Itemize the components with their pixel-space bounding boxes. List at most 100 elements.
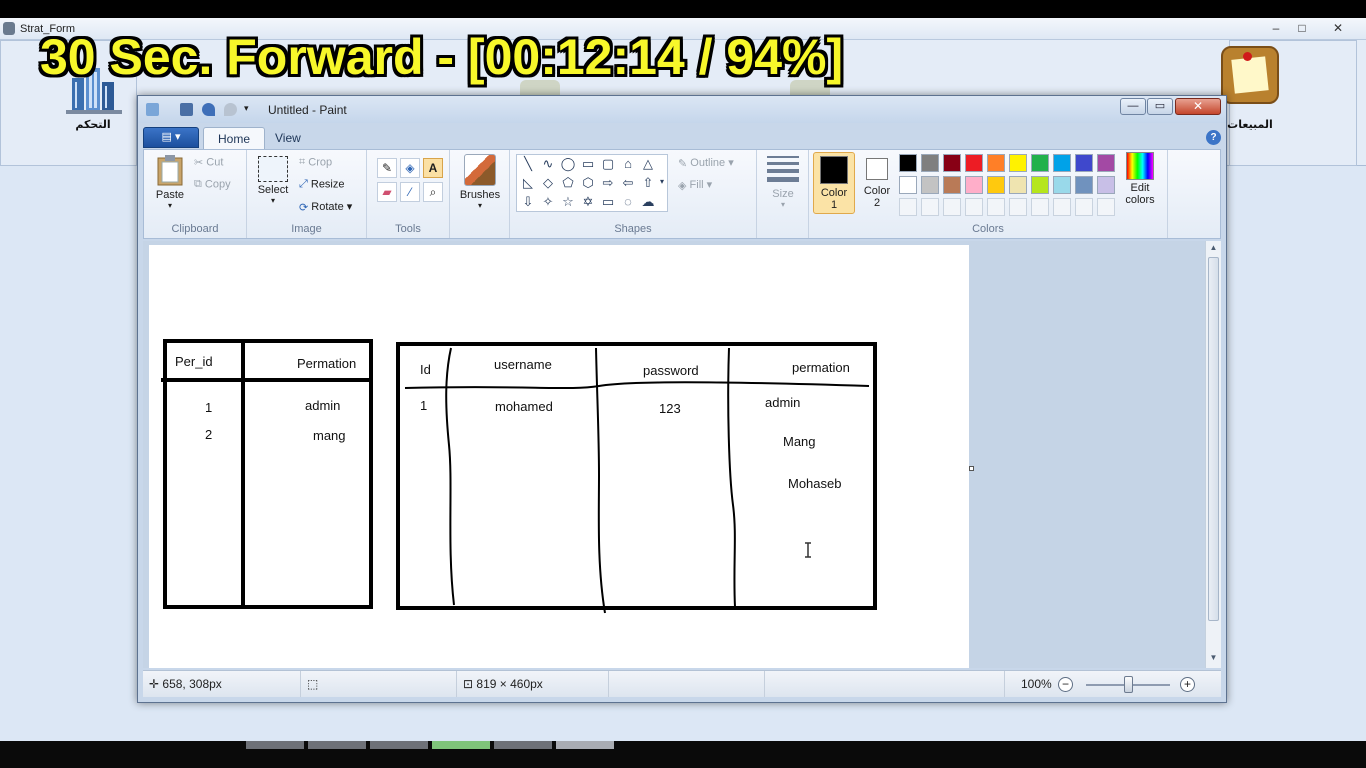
cut-button[interactable]: ✂ Cut	[194, 156, 223, 169]
paint-menu-button[interactable]: ▤ ▾	[143, 127, 199, 148]
custom-color-slot[interactable]	[965, 198, 983, 216]
palette-color-swatch[interactable]	[1097, 176, 1115, 194]
palette-color-swatch[interactable]	[943, 176, 961, 194]
custom-color-slot[interactable]	[1097, 198, 1115, 216]
magnifier-icon[interactable]: ⌕	[423, 182, 443, 202]
palette-color-swatch[interactable]	[987, 154, 1005, 172]
five-point-star-icon[interactable]: ☆	[559, 193, 577, 210]
four-point-star-icon[interactable]: ✧	[539, 193, 557, 210]
customize-toolbar-icon[interactable]: ▾	[244, 103, 257, 116]
paint-close-button[interactable]: ✕	[1175, 98, 1221, 115]
brushes-button[interactable]: Brushes ▾	[456, 154, 504, 210]
shapes-scroll-icon[interactable]: ▾	[657, 173, 667, 190]
pencil-icon[interactable]: ✎	[377, 158, 397, 178]
custom-color-slot[interactable]	[921, 198, 939, 216]
taskbar-item[interactable]	[432, 741, 490, 749]
size-button[interactable]: Size ▾	[765, 154, 801, 209]
rectangle-shape-icon[interactable]: ▭	[579, 155, 597, 172]
oval-shape-icon[interactable]: ◯	[559, 155, 577, 172]
custom-color-slot[interactable]	[1009, 198, 1027, 216]
fill-button[interactable]: ◈ Fill ▾	[678, 178, 712, 192]
paste-button[interactable]: Paste ▾	[152, 154, 188, 210]
palette-color-swatch[interactable]	[1009, 176, 1027, 194]
palette-color-swatch[interactable]	[943, 154, 961, 172]
curve-shape-icon[interactable]: ∿	[539, 155, 557, 172]
palette-color-swatch[interactable]	[1097, 154, 1115, 172]
taskbar-item[interactable]	[308, 741, 366, 749]
tab-view[interactable]: View	[261, 127, 315, 149]
color2-button[interactable]: Color 2	[859, 152, 895, 214]
custom-color-slot[interactable]	[899, 198, 917, 216]
paint-maximize-button[interactable]: ▭	[1147, 98, 1173, 115]
select-button[interactable]: Select ▾	[255, 154, 291, 205]
sales-notes-icon[interactable]	[1221, 46, 1279, 104]
custom-color-slot[interactable]	[1075, 198, 1093, 216]
taskbar-item[interactable]	[494, 741, 552, 749]
down-arrow-icon[interactable]: ⇩	[519, 193, 537, 210]
eraser-icon[interactable]: ▰	[377, 182, 397, 202]
oval-callout-icon[interactable]: ◌	[619, 193, 637, 210]
palette-color-swatch[interactable]	[965, 154, 983, 172]
up-arrow-icon[interactable]: ⇧	[639, 174, 657, 191]
copy-button[interactable]: ⧉ Copy	[194, 178, 231, 191]
palette-color-swatch[interactable]	[921, 176, 939, 194]
palette-color-swatch[interactable]	[1053, 154, 1071, 172]
diamond-shape-icon[interactable]: ◇	[539, 174, 557, 191]
scroll-up-icon[interactable]: ▲	[1208, 243, 1219, 255]
redo-icon[interactable]	[224, 103, 237, 116]
taskbar-item[interactable]	[556, 741, 614, 749]
six-point-star-icon[interactable]: ✡	[579, 193, 597, 210]
palette-color-swatch[interactable]	[1053, 176, 1071, 194]
pentagon-shape-icon[interactable]: ⬠	[559, 174, 577, 191]
custom-color-slot[interactable]	[1031, 198, 1049, 216]
right-arrow-icon[interactable]: ⇨	[599, 174, 617, 191]
rect-callout-icon[interactable]: ▭	[599, 193, 617, 210]
palette-color-swatch[interactable]	[899, 176, 917, 194]
palette-color-swatch[interactable]	[987, 176, 1005, 194]
outer-close-button[interactable]: ✕	[1326, 20, 1350, 37]
paint-minimize-button[interactable]: —	[1120, 98, 1146, 115]
palette-color-swatch[interactable]	[1031, 176, 1049, 194]
right-triangle-icon[interactable]: ◺	[519, 174, 537, 191]
line-shape-icon[interactable]: ╲	[519, 155, 537, 172]
undo-icon[interactable]	[202, 103, 215, 116]
hexagon-shape-icon[interactable]: ⬡	[579, 174, 597, 191]
color1-button[interactable]: Color 1	[813, 152, 855, 214]
left-arrow-icon[interactable]: ⇦	[619, 174, 637, 191]
crop-button[interactable]: ⌗ Crop	[299, 156, 332, 169]
palette-color-swatch[interactable]	[965, 176, 983, 194]
help-icon[interactable]: ?	[1206, 130, 1221, 145]
zoom-in-button[interactable]: +	[1180, 677, 1195, 692]
tab-home[interactable]: Home	[203, 127, 266, 149]
color-picker-icon[interactable]: ⁄	[400, 182, 420, 202]
rotate-button[interactable]: ⟳ Rotate ▾	[299, 200, 352, 214]
custom-color-slot[interactable]	[943, 198, 961, 216]
taskbar-item[interactable]	[370, 741, 428, 749]
polygon-shape-icon[interactable]: ⌂	[619, 155, 637, 172]
outer-maximize-button[interactable]: □	[1290, 20, 1314, 37]
palette-color-swatch[interactable]	[899, 154, 917, 172]
triangle-shape-icon[interactable]: △	[639, 155, 657, 172]
outline-button[interactable]: ✎ Outline ▾	[678, 156, 734, 170]
zoom-out-button[interactable]: −	[1058, 677, 1073, 692]
drawing-canvas[interactable]: Per_id Permation 1 admin 2 mang Id usern…	[149, 245, 969, 668]
text-tool-icon[interactable]: A	[423, 158, 443, 178]
scroll-down-icon[interactable]: ▼	[1208, 653, 1219, 665]
rounded-rectangle-icon[interactable]: ▢	[599, 155, 617, 172]
palette-color-swatch[interactable]	[1031, 154, 1049, 172]
cloud-callout-icon[interactable]: ☁	[639, 193, 657, 210]
palette-color-swatch[interactable]	[1075, 154, 1093, 172]
canvas-resize-handle[interactable]	[969, 466, 974, 471]
custom-color-slot[interactable]	[987, 198, 1005, 216]
shapes-gallery[interactable]: ╲ ∿ ◯ ▭ ▢ ⌂ △ ◺ ◇ ⬠ ⬡ ⇨ ⇦ ⇧ ⇩ ✧ ☆ ✡ ▭ ◌	[516, 154, 668, 212]
resize-button[interactable]: ⤢ Resize	[299, 178, 345, 191]
outer-minimize-button[interactable]: –	[1264, 20, 1288, 37]
custom-color-slot[interactable]	[1053, 198, 1071, 216]
edit-colors-button[interactable]: Edit colors	[1117, 152, 1163, 206]
save-icon[interactable]	[180, 103, 193, 116]
palette-color-swatch[interactable]	[921, 154, 939, 172]
zoom-slider-thumb[interactable]	[1124, 676, 1133, 693]
vertical-scrollbar[interactable]: ▲ ▼	[1205, 241, 1221, 668]
palette-color-swatch[interactable]	[1075, 176, 1093, 194]
scroll-thumb[interactable]	[1208, 257, 1219, 621]
